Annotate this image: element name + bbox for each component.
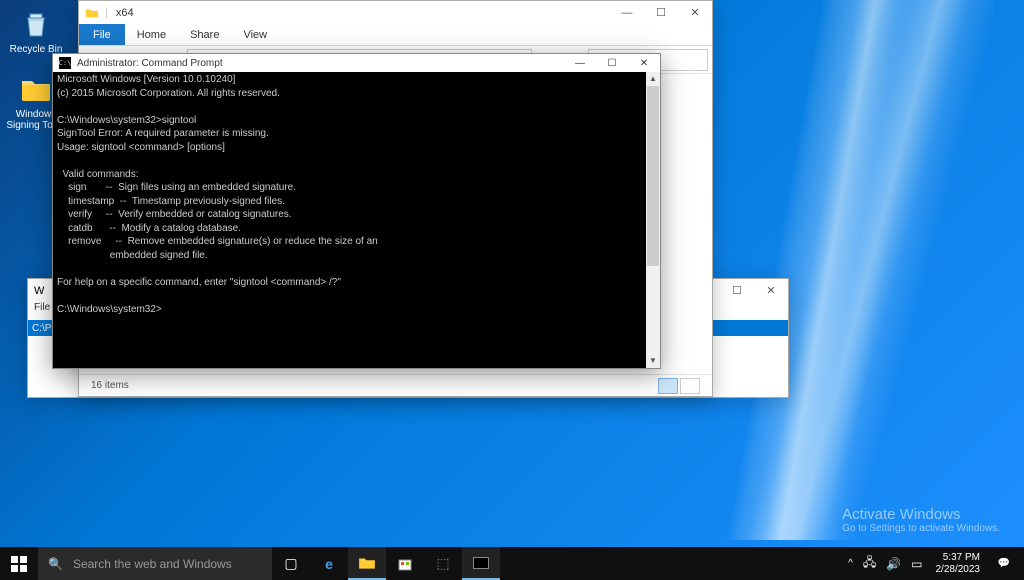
status-item-count: 16 items — [91, 380, 129, 391]
bgwin-maximize-button[interactable]: ☐ — [720, 279, 754, 302]
cmd-maximize-button[interactable]: ☐ — [596, 54, 628, 72]
cmd-scrollbar[interactable]: ▲▼ — [646, 72, 660, 368]
network-icon[interactable]: 🖧 — [858, 553, 881, 574]
windows-logo-icon — [11, 556, 27, 572]
cmd-close-button[interactable]: ✕ — [628, 54, 660, 72]
task-view-button[interactable]: ▢ — [272, 547, 310, 580]
explorer-minimize-button[interactable]: — — [610, 1, 644, 24]
bgwin-close-button[interactable]: ✕ — [754, 279, 788, 302]
bgwin-title: W — [34, 285, 44, 297]
ribbon-file-tab[interactable]: File — [79, 24, 125, 45]
scroll-up-button[interactable]: ▲ — [646, 72, 660, 86]
view-details-button[interactable] — [658, 378, 678, 394]
unknown-app-button[interactable]: ⬚ — [424, 547, 462, 580]
tray-overflow-button[interactable]: ^ — [843, 558, 858, 569]
scroll-thumb[interactable] — [647, 86, 659, 266]
activate-title: Activate Windows — [842, 506, 1000, 523]
cmd-icon: C:\ — [59, 57, 71, 69]
view-icons-button[interactable] — [680, 378, 700, 394]
scroll-down-button[interactable]: ▼ — [646, 354, 660, 368]
explorer-qat: | — [85, 6, 108, 20]
system-tray: ^ 🖧 🔊 ▭ 5:37 PM 2/28/2023 💬 — [843, 547, 1024, 580]
taskbar-search-input[interactable]: 🔍 Search the web and Windows — [38, 547, 272, 580]
folder-icon — [85, 6, 99, 20]
cmd-output[interactable]: Microsoft Windows [Version 10.0.10240] (… — [53, 72, 660, 368]
explorer-ribbon: File Home Share View — [79, 24, 712, 46]
explorer-task-button[interactable] — [348, 547, 386, 580]
ribbon-tab-share[interactable]: Share — [178, 29, 231, 41]
input-icon[interactable]: ▭ — [906, 557, 927, 571]
recycle-bin-icon[interactable]: Recycle Bin — [6, 8, 66, 55]
clock-time: 5:37 PM — [936, 552, 981, 564]
qat-divider: | — [105, 7, 108, 19]
cmd-title: Administrator: Command Prompt — [77, 58, 223, 69]
explorer-titlebar[interactable]: | x64 — ☐ ✕ — [79, 1, 712, 24]
activate-sub: Go to Settings to activate Windows. — [842, 523, 1000, 534]
taskbar-apps: ▢ e ⬚ — [272, 547, 500, 580]
clock-date: 2/28/2023 — [936, 564, 981, 576]
activate-windows-watermark: Activate Windows Go to Settings to activ… — [842, 506, 1000, 534]
cmd-titlebar[interactable]: C:\ Administrator: Command Prompt — ☐ ✕ — [53, 54, 660, 72]
store-button[interactable] — [386, 547, 424, 580]
ribbon-tab-view[interactable]: View — [231, 29, 279, 41]
cmd-minimize-button[interactable]: — — [564, 54, 596, 72]
explorer-statusbar: 16 items — [79, 374, 712, 396]
cmd-task-button[interactable] — [462, 547, 500, 580]
volume-icon[interactable]: 🔊 — [881, 557, 906, 571]
action-center-button[interactable]: 💬 — [988, 558, 1020, 569]
search-icon: 🔍 — [48, 557, 63, 571]
ribbon-tab-home[interactable]: Home — [125, 29, 178, 41]
taskbar: 🔍 Search the web and Windows ▢ e ⬚ ^ 🖧 🔊… — [0, 547, 1024, 580]
explorer-close-button[interactable]: ✕ — [678, 1, 712, 24]
edge-button[interactable]: e — [310, 547, 348, 580]
explorer-maximize-button[interactable]: ☐ — [644, 1, 678, 24]
explorer-title: x64 — [116, 7, 134, 19]
command-prompt-window[interactable]: C:\ Administrator: Command Prompt — ☐ ✕ … — [52, 53, 661, 369]
cmd-text: Microsoft Windows [Version 10.0.10240] (… — [57, 74, 378, 315]
taskbar-clock[interactable]: 5:37 PM 2/28/2023 — [928, 552, 989, 575]
start-button[interactable] — [0, 547, 38, 580]
taskbar-search-placeholder: Search the web and Windows — [73, 557, 232, 571]
